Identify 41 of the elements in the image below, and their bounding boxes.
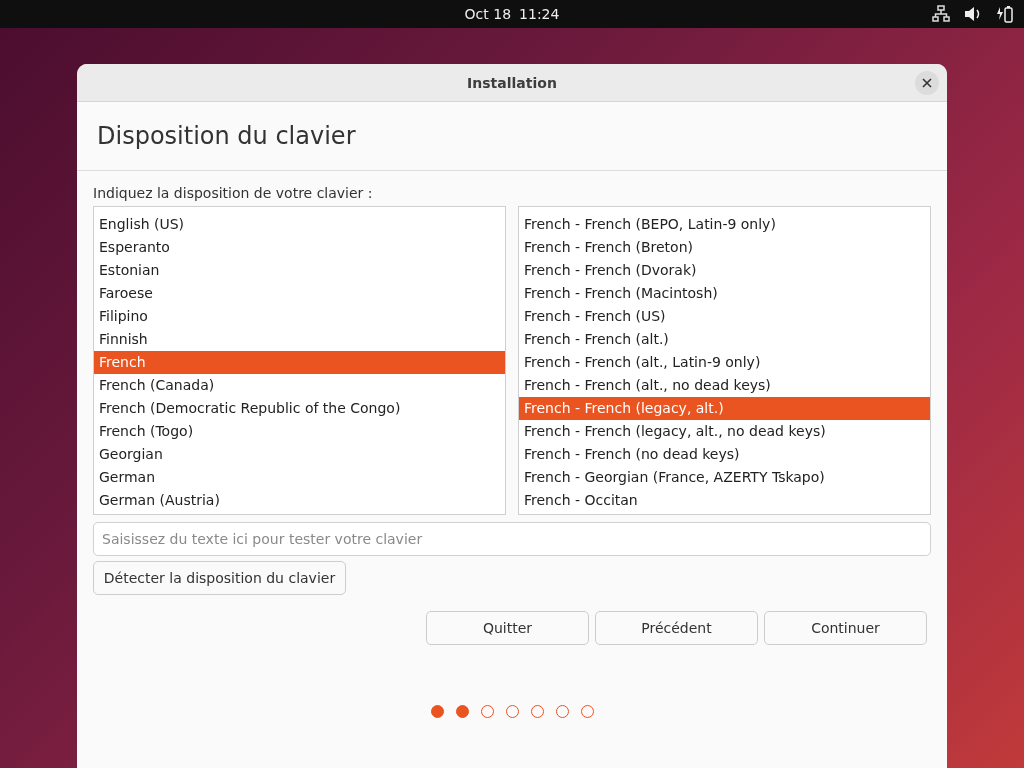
window-title: Installation: [467, 74, 557, 91]
network-icon[interactable]: [932, 5, 950, 23]
list-item[interactable]: French - French (alt., no dead keys): [519, 374, 930, 397]
continue-button[interactable]: Continuer: [764, 611, 927, 645]
list-item[interactable]: Estonian: [94, 259, 505, 282]
list-item[interactable]: Georgian: [94, 443, 505, 466]
list-item[interactable]: French - French (Dvorak): [519, 259, 930, 282]
list-item[interactable]: French - French (no dead keys): [519, 443, 930, 466]
volume-icon[interactable]: [964, 6, 982, 22]
page-heading: Disposition du clavier: [77, 102, 947, 171]
close-button[interactable]: [915, 71, 939, 95]
close-icon: [922, 78, 932, 88]
list-item[interactable]: French: [94, 351, 505, 374]
list-item[interactable]: French - French (Macintosh): [519, 282, 930, 305]
list-item[interactable]: French - French (US): [519, 305, 930, 328]
list-item[interactable]: French - Occitan: [519, 489, 930, 512]
clock-date[interactable]: Oct 18: [464, 6, 512, 22]
list-item[interactable]: French - French (alt.): [519, 328, 930, 351]
list-item[interactable]: French - French (legacy, alt., no dead keys): [519, 420, 930, 443]
list-item[interactable]: French - French (legacy, alt.): [519, 397, 930, 420]
quit-button[interactable]: Quitter: [426, 611, 589, 645]
list-item[interactable]: German (Austria): [94, 489, 505, 512]
keyboard-test-field[interactable]: Saisissez du texte ici pour tester votre clavier: [93, 522, 931, 556]
prompt-label: Indiquez la disposition de votre clavier :: [93, 185, 374, 201]
list-item[interactable]: German: [94, 466, 505, 489]
detect-layout-button[interactable]: Détecter la disposition du clavier: [93, 561, 346, 595]
clock-time[interactable]: 11:24: [519, 6, 560, 22]
list-item[interactable]: Filipino: [94, 305, 505, 328]
list-item[interactable]: Esperanto: [94, 236, 505, 259]
list-item[interactable]: French - Georgian (France, AZERTY Tskapo): [519, 466, 930, 489]
list-item[interactable]: French - French (alt., Latin-9 only): [519, 351, 930, 374]
list-item[interactable]: French (Canada): [94, 374, 505, 397]
list-item[interactable]: Faroese: [94, 282, 505, 305]
list-item[interactable]: French - French (Breton): [519, 236, 930, 259]
back-button[interactable]: Précédent: [595, 611, 758, 645]
list-item[interactable]: English (US): [94, 213, 505, 236]
list-item[interactable]: Finnish: [94, 328, 505, 351]
list-item[interactable]: French (Togo): [94, 420, 505, 443]
list-item[interactable]: French - French (BEPO, Latin-9 only): [519, 213, 930, 236]
list-item[interactable]: French (Democratic Republic of the Congo): [94, 397, 505, 420]
battery-icon[interactable]: [996, 5, 1014, 23]
